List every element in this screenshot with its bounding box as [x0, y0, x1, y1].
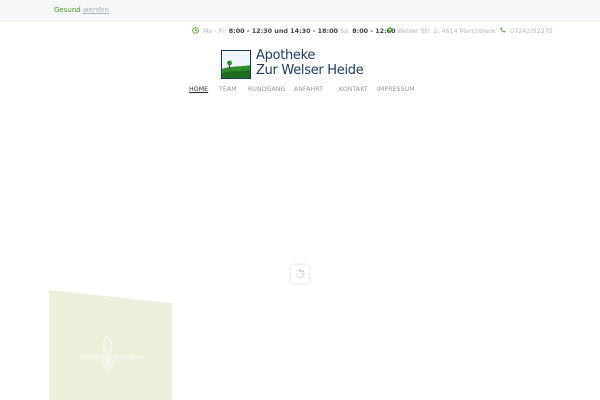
promo-card	[49, 290, 172, 400]
logo-landscape-icon	[221, 50, 251, 79]
nav-item-rundgang[interactable]: RUNDGANG	[248, 86, 285, 93]
phone-icon	[500, 27, 506, 35]
nav-item-team[interactable]: TEAM	[219, 86, 237, 93]
hours-weekday-value: 8:00 - 12:30 und 14:30 - 18:00	[228, 27, 338, 35]
topbar-tagline-link[interactable]: werden	[83, 6, 109, 14]
clock-icon	[192, 26, 199, 36]
address-text[interactable]: Welser Str. 2, 4614 Marchtrenk	[397, 27, 496, 35]
logo[interactable]: Apotheke Zur Welser Heide	[221, 48, 381, 80]
hours-saturday-label: Sa:	[340, 27, 351, 35]
nav-item-anfahrt[interactable]: ANFAHRT	[294, 86, 323, 93]
address: Welser Str. 2, 4614 Marchtrenk	[387, 26, 496, 36]
main-nav: HOME TEAM RUNDGANG ANFAHRT KONTAKT IMPRE…	[0, 86, 600, 96]
promo-card-title: Gesund werden	[80, 353, 145, 361]
nav-item-impressum[interactable]: IMPRESSUM	[377, 86, 415, 93]
nav-item-kontakt[interactable]: KONTAKT	[339, 86, 368, 93]
phone: 07242/52275	[500, 26, 553, 36]
opening-hours: Mo - Fr: 8:00 - 12:30 und 14:30 - 18:00 …	[192, 26, 396, 36]
topbar-tagline-word: Gesund	[54, 6, 81, 14]
logo-wordmark: Apotheke Zur Welser Heide	[256, 48, 364, 78]
map-pin-icon	[387, 26, 393, 36]
thermometer-icon	[101, 337, 114, 369]
topbar-tagline: Gesund werden	[54, 6, 109, 14]
hours-weekday-label: Mo - Fr:	[203, 27, 227, 35]
top-bar: Gesund werden	[0, 0, 600, 22]
logo-line-2: Zur Welser Heide	[256, 63, 364, 78]
nav-item-home[interactable]: HOME	[189, 86, 208, 93]
phone-number[interactable]: 07242/52275	[510, 27, 553, 35]
spinner-icon	[294, 268, 306, 280]
loading-spinner	[291, 265, 309, 283]
logo-line-1: Apotheke	[256, 48, 316, 63]
